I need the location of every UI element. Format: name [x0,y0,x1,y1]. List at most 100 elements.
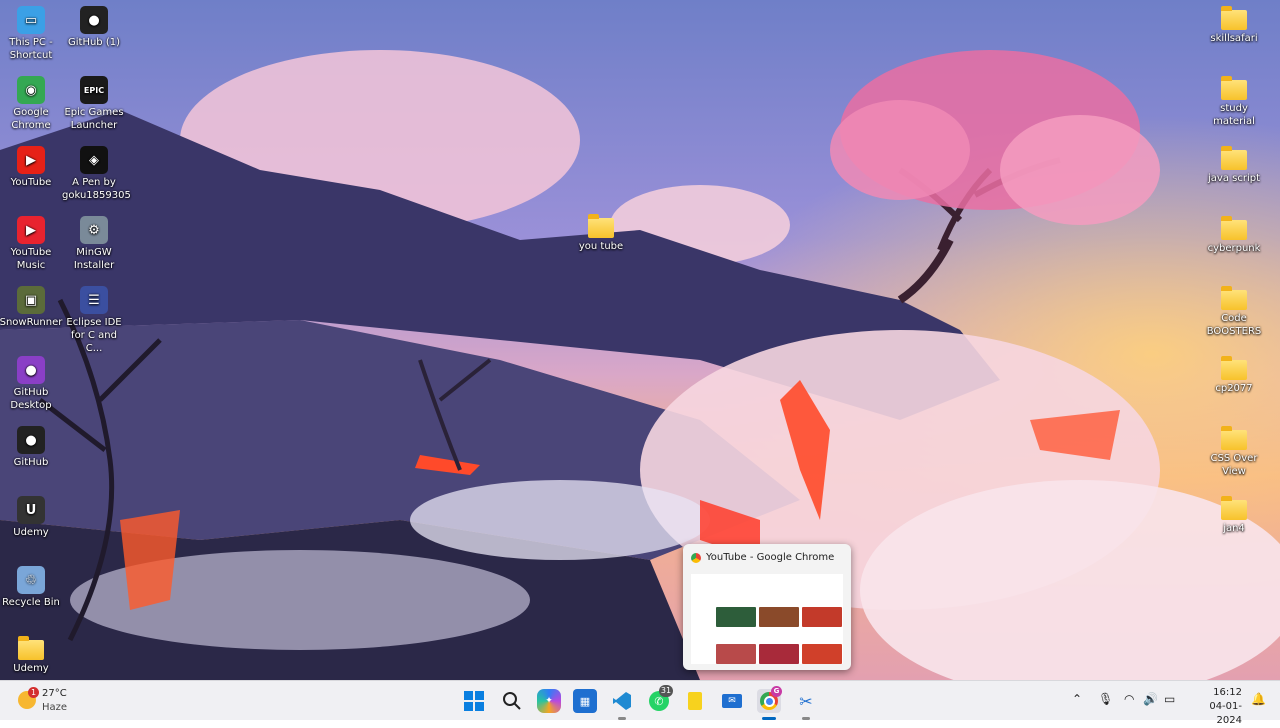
snowrunner-icon: ▣ [17,286,45,314]
preview-title-bar: YouTube - Google Chrome [691,552,834,563]
desktop-shortcut-label: Code BOOSTERS [1206,313,1262,337]
desktop-shortcut[interactable]: java script [1202,142,1266,185]
desktop-shortcut[interactable]: ▶ YouTube Music [0,212,63,272]
mail-button[interactable]: ✉ [720,689,744,713]
desktop-shortcut[interactable]: cyberpunk [1202,212,1266,255]
desktop-shortcut[interactable]: CSS Over View [1202,422,1266,478]
code-boosters-folder-icon [1221,286,1247,310]
desktop-shortcut-label: Eclipse IDE for C and C... [66,317,122,354]
desktop-shortcut-label: study material [1213,103,1255,127]
preview-title: YouTube - Google Chrome [706,552,835,563]
desktop-shortcut-label: you tube [578,241,624,252]
youtube-icon: ▶ [17,146,45,174]
desktop-shortcut[interactable]: ● GitHub Desktop [0,352,63,412]
cyberpunk-folder-icon [1221,216,1247,240]
mail-icon: ✉ [722,694,742,708]
sticky-notes-icon [688,692,702,710]
desktop-shortcut-label: Google Chrome [11,107,51,131]
video-thumbnail [802,644,842,664]
desktop-shortcut[interactable]: ☰ Eclipse IDE for C and C... [62,282,126,355]
desktop-shortcut[interactable]: ◈ A Pen by goku1859305 [62,142,131,202]
chrome-small-icon [691,552,701,563]
video-thumbnail [802,607,842,627]
microsoft-store-button[interactable]: ▦ [573,689,597,713]
desktop-shortcut[interactable]: EPIC Epic Games Launcher [62,72,126,132]
search-icon [503,692,521,710]
weather-temp: 27°C [42,688,67,699]
chrome-profile-badge: G [771,686,782,697]
desktop-shortcut[interactable]: ▶ YouTube [0,142,63,189]
desktop-shortcut-label: GitHub [13,457,49,468]
vscode-icon [613,692,631,710]
desktop-shortcut-label: Recycle Bin [2,597,60,608]
desktop-shortcut[interactable]: ● GitHub (1) [62,2,126,49]
weather-widget[interactable]: 1 27°C Haze [16,687,96,715]
search-button[interactable] [500,689,524,713]
this-pc-shortcut-icon: ▭ [17,6,45,34]
desktop-shortcut-label: java script [1208,173,1260,184]
desktop-shortcut[interactable]: ⚙ MinGW Installer [62,212,126,272]
snipping-tool-button[interactable]: ✂ [794,689,818,713]
video-thumbnail [759,607,799,627]
desktop-shortcut-label: YouTube Music [10,247,52,271]
desktop-wallpaper [0,0,1280,680]
desktop-shortcut[interactable]: skillsafari [1202,2,1266,45]
recycle-bin-icon: ♲ [17,566,45,594]
desktop-shortcut-label: skillsafari [1210,33,1258,44]
whatsapp-badge: 31 [659,685,673,697]
chrome-button[interactable]: G [757,686,782,713]
whatsapp-button[interactable]: ✆ 31 [647,685,673,713]
copilot-button[interactable]: ✦ [537,689,561,713]
sticky-notes-button[interactable] [683,689,707,713]
desktop-shortcut-label: A Pen by goku1859305 [62,177,131,201]
desktop-shortcut[interactable]: ♲ Recycle Bin [0,562,63,609]
desktop-shortcut[interactable]: you tube [569,210,633,253]
github-icon: ● [17,426,45,454]
copilot-icon: ✦ [545,696,553,706]
video-thumbnail [716,644,756,664]
desktop-shortcut-label: cyberpunk [1207,243,1261,254]
store-bag-icon: ▦ [579,694,591,708]
desktop-shortcut-label: Udemy [13,663,49,674]
desktop-shortcut-label: YouTube [10,177,52,188]
desktop-shortcut[interactable]: Udemy [0,632,63,675]
desktop-shortcut[interactable]: ◉ Google Chrome [0,72,63,132]
weather-condition: Haze [42,702,68,713]
desktop-shortcut[interactable]: ● GitHub [0,422,63,469]
epic-games-launcher-icon: EPIC [80,76,108,104]
notification-bell-icon[interactable]: 🔔 [1251,692,1266,706]
udemy-folder-icon [18,636,44,660]
video-thumbnail [716,607,756,627]
github-1-icon: ● [80,6,108,34]
desktop-shortcut-label: Epic Games Launcher [64,107,124,131]
desktop-shortcut-label: cp2077 [1215,383,1253,394]
microphone-icon[interactable]: 🎙 [1098,692,1113,706]
snipping-tool-icon: ✂ [799,691,813,711]
vscode-button[interactable] [610,689,634,713]
desktop-shortcut[interactable]: cp2077 [1202,352,1266,395]
desktop-shortcut-label: SnowRunner [0,317,63,328]
desktop-shortcut[interactable]: jan4 [1202,492,1266,535]
taskbar: 1 27°C Haze ✦ ▦ ✆ 31 ✉ G ✂ ⌃ 🎙 ◠ 🔊 ▭ 16:… [0,680,1280,726]
preview-thumbnail [691,574,843,664]
chrome-window-preview[interactable]: YouTube - Google Chrome [683,544,851,670]
css-over-view-folder-icon [1221,426,1247,450]
start-button[interactable] [462,689,486,713]
study-material-folder-icon [1221,76,1247,100]
speaker-icon[interactable]: 🔊 [1143,692,1158,706]
udemy-icon: U [17,496,45,524]
google-chrome-icon: ◉ [17,76,45,104]
battery-icon[interactable]: ▭ [1164,692,1175,706]
wifi-icon[interactable]: ◠ [1124,692,1134,706]
desktop-shortcut-label: jan4 [1223,523,1245,534]
desktop-shortcut[interactable]: Code BOOSTERS [1202,282,1266,338]
skillsafari-folder-icon [1221,6,1247,30]
desktop-shortcut-label: Udemy [13,527,49,538]
desktop-shortcut[interactable]: study material [1202,72,1266,128]
desktop-shortcut[interactable]: ▭ This PC - Shortcut [0,2,63,62]
desktop-shortcut[interactable]: U Udemy [0,492,63,539]
eclipse-ide-icon: ☰ [80,286,108,314]
desktop-shortcut[interactable]: ▣ SnowRunner [0,282,63,329]
chevron-up-icon[interactable]: ⌃ [1072,692,1082,706]
clock[interactable]: 16:12 04-01-2024 [1186,686,1242,728]
